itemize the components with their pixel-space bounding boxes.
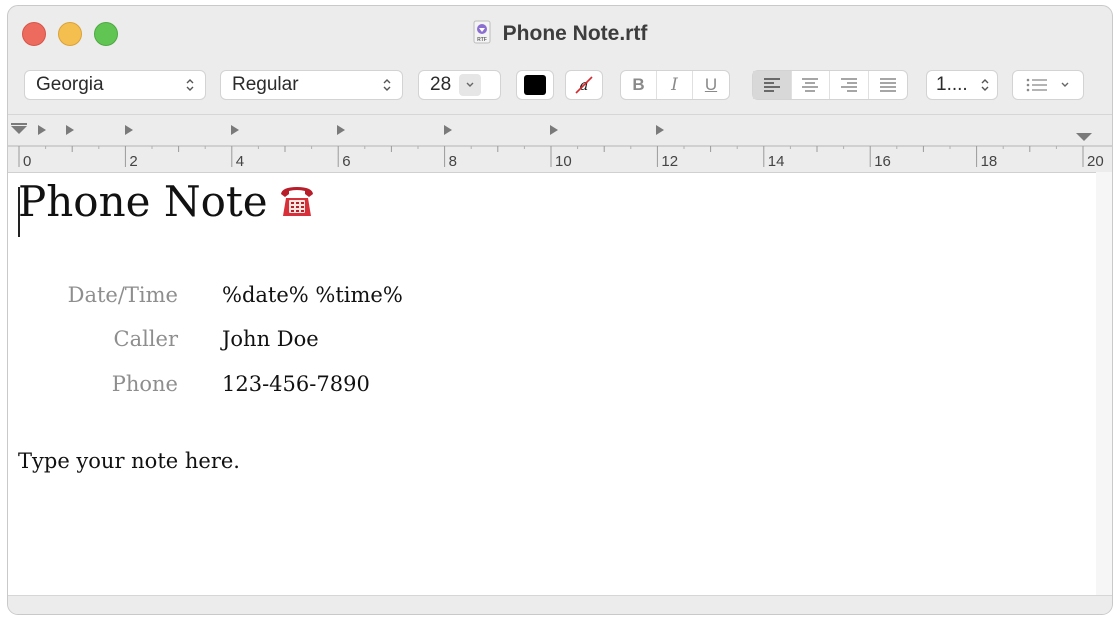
background-color-well[interactable]: a [565, 70, 603, 100]
rtf-icon-label: RTF [477, 37, 487, 43]
vertical-scrollbar[interactable] [1096, 172, 1112, 595]
left-indent-marker[interactable] [11, 123, 27, 125]
format-toolbar: Georgia Regular 28 a B [8, 62, 1112, 106]
tab-stop-marker[interactable] [38, 125, 46, 135]
rtf-document-icon: RTF [473, 20, 491, 44]
underline-button[interactable]: U [693, 71, 729, 99]
tab-stop-marker[interactable] [66, 125, 74, 135]
phone-label: Phone [111, 372, 178, 396]
font-style-value: Regular [232, 74, 299, 95]
document-text-area[interactable]: Phone Note Date/Time %date% %time% Calle… [8, 172, 1097, 596]
align-center-button[interactable] [792, 71, 830, 99]
bold-button[interactable]: B [621, 71, 657, 99]
underline-label: U [704, 75, 718, 94]
font-size-value: 28 [430, 74, 452, 95]
date-time-label: Date/Time [67, 283, 178, 307]
ruler-label: 0 [23, 153, 32, 170]
ruler[interactable]: 0 2 4 6 8 10 12 14 16 18 20 [8, 114, 1112, 173]
text-color-swatch [524, 75, 546, 95]
ruler-label: 14 [767, 153, 785, 170]
ruler-label: 16 [874, 153, 891, 170]
align-left-icon [763, 78, 780, 92]
line-spacing-select[interactable]: 1.... [926, 70, 998, 100]
document-heading: Phone Note [18, 177, 316, 226]
font-family-select[interactable]: Georgia [24, 70, 206, 100]
heading-text: Phone Note [18, 177, 268, 226]
phone-value: 123-456-7890 [222, 372, 370, 396]
italic-button[interactable]: I [657, 71, 693, 99]
tab-stop-marker[interactable] [444, 125, 452, 135]
caller-label: Caller [113, 327, 179, 351]
align-center-icon [802, 78, 819, 92]
ruler-label: 18 [980, 153, 998, 170]
window-bottom-bar [8, 595, 1112, 614]
alignment-buttons [752, 70, 908, 100]
ruler-label: 4 [235, 153, 245, 170]
title-bar[interactable]: RTF Phone Note.rtf [8, 6, 1112, 62]
note-text: Type your note here. [18, 449, 240, 473]
ruler-label: 10 [555, 153, 572, 170]
telephone-icon [278, 179, 316, 216]
list-style-select[interactable] [1012, 70, 1084, 100]
window-title-area: RTF Phone Note.rtf [8, 20, 1112, 46]
font-style-select[interactable]: Regular [220, 70, 403, 100]
italic-label: I [671, 75, 678, 95]
updown-chevron-icon [980, 75, 990, 95]
textedit-window: RTF Phone Note.rtf Georgia Regular 28 B … [7, 5, 1113, 615]
tab-stop-marker[interactable] [231, 125, 239, 135]
chevron-down-icon[interactable] [459, 74, 482, 96]
tab-stop-marker[interactable] [550, 125, 558, 135]
date-time-value: %date% %time% [222, 283, 403, 307]
window-title: Phone Note.rtf [502, 22, 648, 45]
text-color-well[interactable] [516, 70, 554, 100]
font-size-combo[interactable]: 28 [418, 70, 501, 100]
ruler-label: 12 [661, 153, 679, 170]
bulleted-list-icon [1026, 78, 1047, 92]
updown-chevron-icon [185, 75, 195, 95]
ruler-label: 6 [342, 153, 351, 170]
chevron-down-icon [1061, 82, 1069, 87]
tab-stop-marker[interactable] [656, 125, 664, 135]
align-right-button[interactable] [830, 71, 869, 99]
bold-label: B [632, 75, 645, 94]
font-family-value: Georgia [36, 74, 104, 95]
text-style-buttons: B I U [620, 70, 730, 100]
tab-stop-marker[interactable] [125, 125, 133, 135]
first-line-indent-marker[interactable] [11, 126, 27, 134]
no-background-color-icon: a [575, 76, 593, 94]
right-indent-marker[interactable] [1076, 133, 1092, 141]
line-spacing-value: 1.... [936, 74, 968, 95]
caller-value: John Doe [222, 327, 319, 351]
align-justify-button[interactable] [869, 71, 907, 99]
align-right-icon [840, 78, 857, 92]
ruler-label: 2 [129, 153, 138, 170]
align-justify-icon [879, 78, 896, 92]
updown-chevron-icon [382, 75, 392, 95]
align-left-button[interactable] [753, 71, 792, 99]
ruler-label: 20 [1087, 153, 1104, 170]
ruler-label: 8 [448, 153, 457, 170]
tab-stop-marker[interactable] [337, 125, 345, 135]
